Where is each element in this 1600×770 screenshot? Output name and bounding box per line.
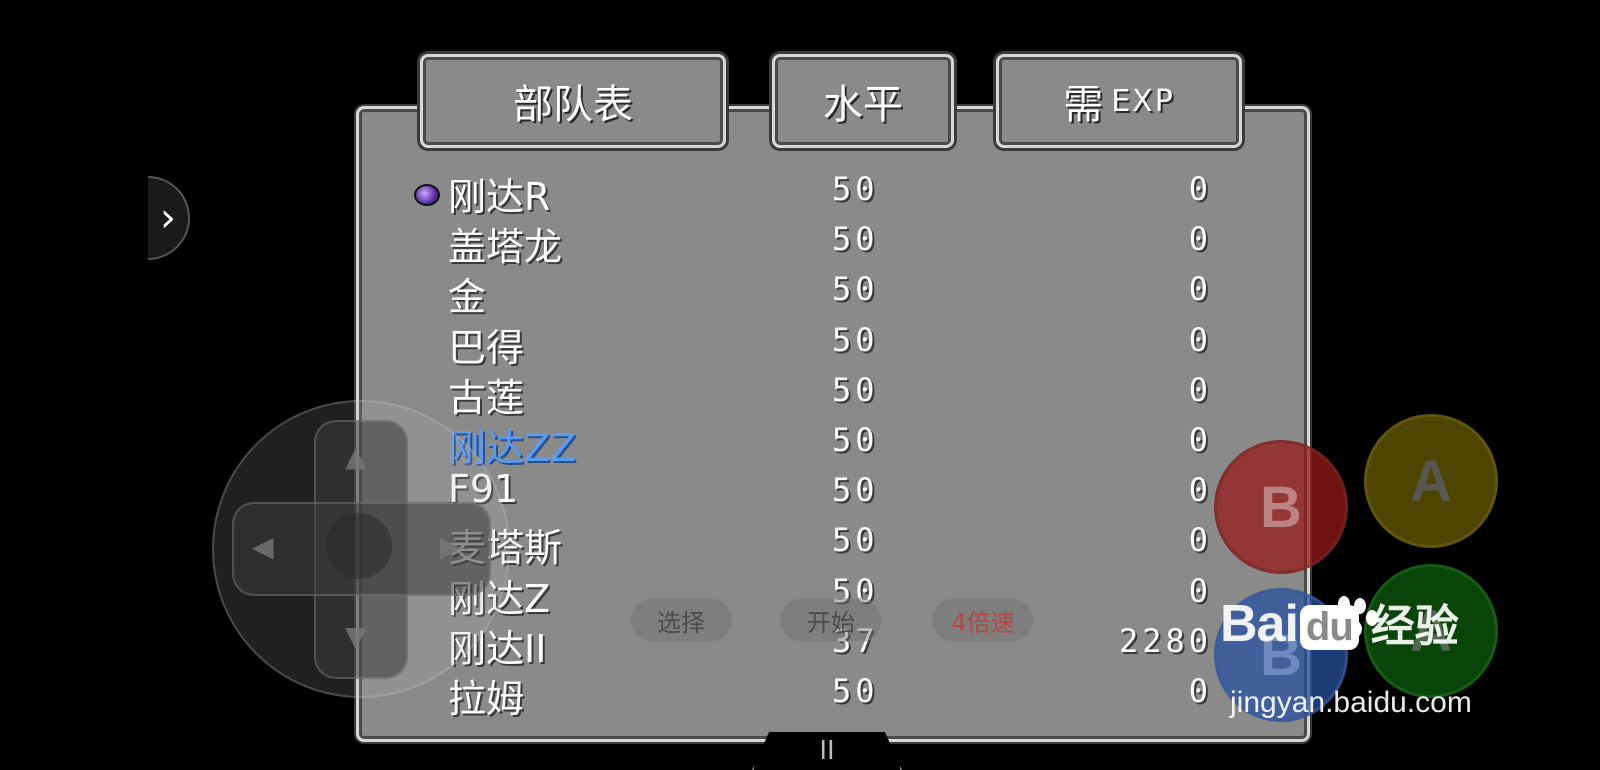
unit-level: 50 [832,672,879,710]
unit-level: 50 [832,170,879,208]
a-button-label: A [1410,448,1452,514]
dpad-right-icon[interactable]: ▶ [440,530,462,563]
roster-row[interactable]: 金 50 0 [0,266,1600,319]
unit-exp: 0 [1188,471,1212,510]
unit-exp: 0 [1188,170,1212,208]
select-button[interactable]: 选择 [630,598,732,642]
watermark-brand: Bai du [1220,595,1361,653]
dpad-up-icon[interactable]: ▲ [345,440,367,473]
a-button[interactable]: A [1364,414,1498,548]
tab-level: 水平 [772,54,954,148]
unit-exp: 0 [1188,521,1212,560]
unit-name: 金 [448,275,487,320]
unit-exp: 0 [1188,220,1212,259]
unit-name: 巴得 [448,325,525,370]
unit-exp: 0 [1188,571,1212,610]
dpad-center [326,513,392,579]
dpad-down-icon[interactable]: ▼ [345,620,367,653]
unit-exp: 0 [1188,421,1212,459]
tab-level-label: 水平 [823,82,903,128]
unit-level: 50 [832,320,879,359]
dpad-left-icon[interactable]: ◀ [252,530,274,563]
baidu-watermark: Bai du 经验 jingyan.baidu.com [1220,590,1472,719]
start-button[interactable]: 开始 [780,598,882,642]
speed-button[interactable]: 4倍速 [932,598,1034,642]
unit-level: 50 [832,521,879,560]
unit-level: 50 [832,370,879,409]
unit-exp: 0 [1188,270,1212,309]
tab-exp-prefix: 需 [1063,82,1104,128]
unit-name: 盖塔龙 [448,225,563,270]
tab-exp-suffix: EXP [1111,83,1175,119]
tab-exp: 需 EXP [996,54,1242,148]
unit-exp: 2280 [1118,621,1212,660]
watermark-brand-b: du [1299,604,1359,650]
roster-row[interactable]: 古莲 50 0 [0,367,1600,420]
b-button-label: B [1260,474,1302,540]
unit-name: 古莲 [448,375,525,420]
speed-button-label: 4倍速 [951,608,1015,637]
pause-icon: II [819,736,835,766]
unit-level: 50 [832,421,879,459]
roster-row[interactable]: 刚达R 50 0 [0,166,1600,219]
select-button-label: 选择 [657,608,705,637]
tab-roster-label: 部队表 [513,82,633,128]
start-button-label: 开始 [807,608,855,637]
pause-button[interactable]: II [752,730,902,770]
watermark-url: jingyan.baidu.com [1230,686,1472,719]
watermark-brand-cn: 经验 [1370,601,1459,652]
roster-row[interactable]: 刚达ZZ 50 0 [0,417,1600,470]
unit-exp: 0 [1188,370,1212,409]
unit-name: 刚达R [448,175,551,219]
unit-exp: 0 [1188,320,1212,359]
unit-level: 50 [832,270,879,309]
tab-roster: 部队表 [420,54,726,148]
unit-exp: 0 [1188,672,1212,710]
unit-name: 拉姆 [448,677,525,721]
b-button[interactable]: B [1214,440,1348,574]
roster-row[interactable]: 盖塔龙 50 0 [0,216,1600,269]
unit-level: 50 [832,220,879,259]
roster-row[interactable]: 巴得 50 0 [0,317,1600,370]
unit-level: 50 [832,471,879,510]
watermark-brand-a: Bai [1220,595,1299,653]
